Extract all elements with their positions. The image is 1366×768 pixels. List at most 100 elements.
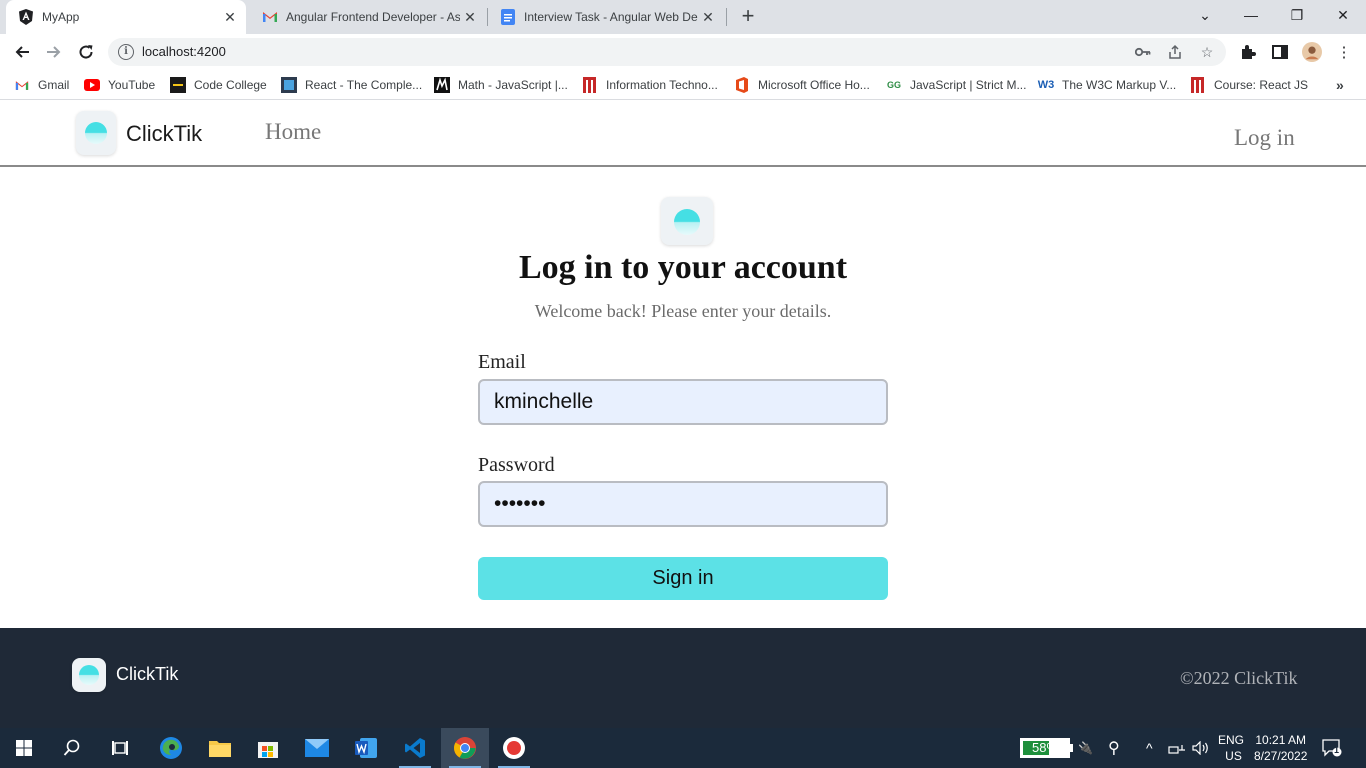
login-heading: Log in to your account — [518, 249, 848, 286]
gmail-icon — [262, 9, 278, 25]
password-field[interactable] — [478, 481, 888, 527]
mail-icon[interactable] — [293, 728, 341, 768]
bookmark-label: Math - JavaScript |... — [458, 78, 568, 92]
brand-name[interactable]: ClickTik — [126, 121, 202, 147]
course-icon — [1190, 77, 1206, 93]
address-bar[interactable]: i localhost:4200 — [108, 38, 1226, 66]
word-icon[interactable] — [342, 728, 390, 768]
bookmark-youtube[interactable]: YouTube — [84, 77, 155, 93]
screen-recorder-icon[interactable] — [490, 728, 538, 768]
people-icon[interactable]: ⚲ — [1108, 728, 1120, 768]
clock[interactable]: 10:21 AM 8/27/2022 — [1254, 728, 1307, 768]
close-tab-icon[interactable]: ✕ — [220, 7, 240, 27]
profile-avatar-icon[interactable] — [1302, 42, 1322, 62]
power-plug-icon[interactable]: 🔌 — [1078, 728, 1093, 768]
task-view-icon[interactable] — [96, 728, 144, 768]
menu-kebab-icon[interactable]: ⋮ — [1334, 42, 1354, 62]
footer-brand: ClickTik — [116, 664, 179, 684]
bookmark-information-technology[interactable]: Information Techno... — [582, 77, 718, 93]
notifications-icon[interactable]: 1 — [1322, 728, 1342, 768]
login-subheading: Welcome back! Please enter your details. — [534, 301, 832, 321]
more-bookmarks-icon[interactable]: » — [1336, 77, 1344, 93]
tab-title: Angular Frontend Developer - As — [286, 10, 460, 24]
bookmark-w3c-markup[interactable]: W3 The W3C Markup V... — [1037, 77, 1177, 93]
bookmark-label: JavaScript | Strict M... — [910, 78, 1027, 92]
tab-myapp[interactable]: MyApp ✕ — [6, 0, 246, 34]
key-icon[interactable] — [1134, 43, 1152, 61]
extensions-icon[interactable] — [1238, 42, 1258, 62]
tab-search-icon[interactable]: ⌄ — [1182, 0, 1228, 30]
close-tab-icon[interactable]: ✕ — [698, 7, 718, 27]
mdn-icon — [434, 77, 450, 93]
tab-title: MyApp — [42, 10, 80, 24]
url-text: localhost:4200 — [142, 44, 226, 59]
clock-date: 8/27/2022 — [1254, 749, 1308, 763]
battery-indicator[interactable]: 58% — [1020, 738, 1070, 758]
code-college-icon — [170, 77, 186, 93]
nav-home-link[interactable]: Home — [265, 119, 321, 145]
language-code: ENG — [1218, 733, 1245, 747]
geeksforgeeks-icon: GG — [886, 80, 901, 90]
password-label: Password — [478, 454, 555, 476]
gmail-icon — [14, 77, 30, 93]
youtube-icon — [84, 77, 100, 93]
w3c-icon: W3 — [1037, 79, 1055, 91]
forward-icon[interactable] — [40, 38, 68, 66]
reload-icon[interactable] — [72, 38, 100, 66]
chrome-icon[interactable] — [441, 728, 489, 768]
clicktik-logo-icon[interactable] — [76, 111, 116, 155]
app-footer: ClickTik ©2022 ClickTik — [0, 628, 1366, 728]
restore-icon[interactable]: ❐ — [1274, 0, 1320, 30]
edge-icon[interactable] — [147, 728, 195, 768]
new-tab-button[interactable]: + — [736, 5, 760, 28]
windows-taskbar: 🔌 ⚲ ^ ENG US 10:21 AM 8/27/2022 1 — [0, 728, 1366, 768]
close-window-icon[interactable]: ✕ — [1320, 0, 1366, 30]
bookmark-label: YouTube — [108, 78, 156, 92]
footer-copyright: ©2022 ClickTik — [1180, 668, 1298, 688]
bookmark-microsoft-office[interactable]: Microsoft Office Ho... — [734, 77, 870, 93]
bookmark-javascript-strict[interactable]: GG JavaScript | Strict M... — [886, 77, 1027, 93]
email-label: Email — [478, 351, 526, 373]
microsoft-store-icon[interactable] — [244, 728, 292, 768]
bookmark-label: Microsoft Office Ho... — [758, 78, 870, 92]
bookmarks-bar: Gmail YouTube Code College React - The C… — [0, 70, 1366, 100]
vscode-icon[interactable] — [391, 728, 439, 768]
browser-tab-strip: MyApp ✕ Angular Frontend Developer - As … — [0, 0, 1366, 34]
bookmark-label: Code College — [194, 78, 267, 92]
footer-logo-icon — [72, 658, 106, 692]
bookmark-gmail[interactable]: Gmail — [14, 77, 69, 93]
close-tab-icon[interactable]: ✕ — [460, 7, 480, 27]
share-icon[interactable] — [1166, 43, 1184, 61]
sign-in-button[interactable]: Sign in — [478, 557, 888, 600]
bookmark-label: React - The Comple... — [305, 78, 423, 92]
angular-icon — [18, 9, 34, 25]
region-code: US — [1225, 749, 1242, 763]
back-icon[interactable] — [8, 38, 36, 66]
info-tech-icon — [582, 77, 598, 93]
nav-login-link[interactable]: Log in — [1234, 125, 1295, 151]
windows-start-icon[interactable] — [0, 728, 48, 768]
site-info-icon[interactable]: i — [118, 44, 134, 60]
file-explorer-icon[interactable] — [196, 728, 244, 768]
show-hidden-icons-icon[interactable]: ^ — [1146, 728, 1153, 768]
bookmark-react-complete[interactable]: React - The Comple... — [281, 77, 422, 93]
bookmark-star-icon[interactable]: ☆ — [1198, 43, 1216, 61]
bookmark-math-javascript[interactable]: Math - JavaScript |... — [434, 77, 568, 93]
battery-tip — [1070, 744, 1073, 752]
minimize-icon[interactable]: — — [1228, 0, 1274, 30]
login-logo-icon — [661, 197, 713, 245]
bookmark-course-react[interactable]: Course: React JS — [1190, 77, 1308, 93]
tab-gmail[interactable]: Angular Frontend Developer - As ✕ — [250, 0, 486, 34]
search-icon[interactable] — [48, 728, 96, 768]
bookmark-label: The W3C Markup V... — [1062, 78, 1177, 92]
app-navbar: ClickTik Home Log in — [0, 101, 1366, 167]
language-indicator[interactable]: ENG US — [1218, 728, 1244, 768]
tab-docs[interactable]: Interview Task - Angular Web De ✕ — [488, 0, 724, 34]
volume-icon[interactable] — [1192, 728, 1210, 768]
network-icon[interactable] — [1168, 728, 1186, 768]
email-field[interactable] — [478, 379, 888, 425]
side-panel-icon[interactable] — [1270, 42, 1290, 62]
battery-percent: 58% — [1031, 740, 1059, 755]
bookmark-label: Information Techno... — [606, 78, 718, 92]
bookmark-code-college[interactable]: Code College — [170, 77, 267, 93]
